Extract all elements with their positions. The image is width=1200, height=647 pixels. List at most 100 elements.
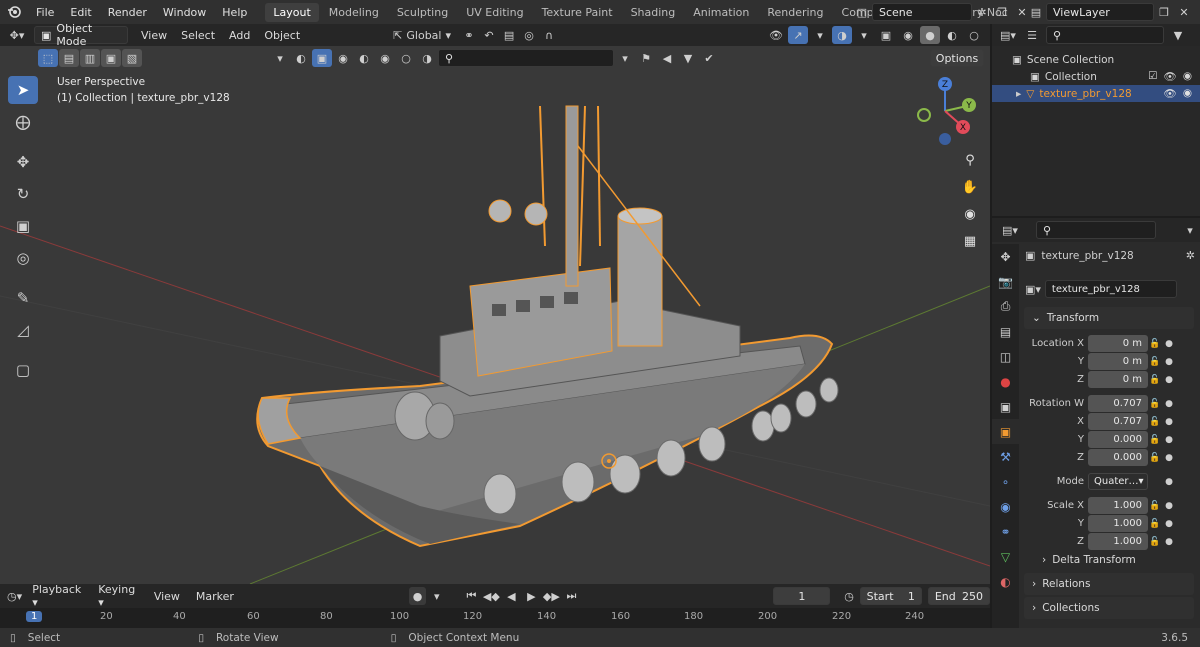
- select-intersect-icon[interactable]: ▧: [122, 49, 142, 67]
- visibility-icon[interactable]: 👁: [766, 26, 786, 44]
- location-z-field[interactable]: 0 m: [1088, 371, 1148, 388]
- options-button[interactable]: Options: [930, 49, 984, 67]
- menu-add[interactable]: Add: [222, 29, 257, 42]
- outliner-scene-collection[interactable]: ▣ Scene Collection: [992, 51, 1200, 68]
- lock-icon[interactable]: 🔓: [1148, 339, 1162, 349]
- rotation-z-field[interactable]: 0.000: [1088, 449, 1148, 466]
- prev-keyframe-icon[interactable]: ◀◆: [481, 587, 501, 605]
- eye-icon[interactable]: 👁: [1163, 87, 1176, 100]
- data-tab-icon[interactable]: ▽: [992, 544, 1019, 569]
- measure-tool-icon[interactable]: ◿: [8, 316, 38, 344]
- search-dropdown-icon[interactable]: ▾: [615, 49, 635, 67]
- properties-editor-icon[interactable]: ▤▾: [1000, 221, 1020, 239]
- pin-icon[interactable]: ✲: [1186, 249, 1195, 262]
- menu-timeline-view[interactable]: View: [147, 590, 187, 603]
- jump-start-icon[interactable]: ⏮: [461, 587, 481, 605]
- pivot-icon[interactable]: ⚭: [459, 26, 479, 44]
- delta-transform-header[interactable]: › Delta Transform: [1024, 549, 1194, 571]
- tab-texture-paint[interactable]: Texture Paint: [534, 3, 621, 22]
- lock-icon[interactable]: 🔓: [1148, 417, 1162, 427]
- lock-icon[interactable]: 🔓: [1148, 453, 1162, 463]
- tool-tab-icon[interactable]: ✥: [992, 244, 1019, 269]
- jump-end-icon[interactable]: ⏭: [561, 587, 581, 605]
- gizmo-dropdown-icon[interactable]: ▾: [810, 26, 830, 44]
- location-x-field[interactable]: 0 m: [1088, 335, 1148, 352]
- object-tab-icon[interactable]: ▣: [992, 419, 1019, 444]
- filter-dropdown-icon[interactable]: ▾: [270, 49, 290, 67]
- blender-logo-icon[interactable]: [0, 3, 28, 21]
- mesh-icon[interactable]: ◉: [333, 49, 353, 67]
- keyframe-dot-icon[interactable]: ●: [1162, 453, 1176, 463]
- camera-view-icon[interactable]: ◉: [958, 202, 982, 226]
- grid-perspective-icon[interactable]: ▦: [958, 229, 982, 253]
- outliner-search-input[interactable]: ⚲: [1046, 26, 1164, 44]
- stopwatch-icon[interactable]: ◷: [840, 587, 857, 605]
- select-tool-icon[interactable]: ➤: [8, 76, 38, 104]
- tab-modeling[interactable]: Modeling: [321, 3, 387, 22]
- properties-dropdown-icon[interactable]: ▾: [1180, 221, 1200, 239]
- tab-layout[interactable]: Layout: [265, 2, 319, 22]
- checkbox-icon[interactable]: ☑: [1148, 70, 1157, 83]
- viewlayer-icon[interactable]: ▤: [1026, 3, 1046, 21]
- mode-selector[interactable]: ▣ Object Mode: [34, 22, 128, 48]
- select-invert-icon[interactable]: ▣: [101, 49, 121, 67]
- rotation-x-field[interactable]: 0.707: [1088, 413, 1148, 430]
- menu-file[interactable]: File: [28, 6, 62, 19]
- scale-z-field[interactable]: 1.000: [1088, 533, 1148, 550]
- rotate-tool-icon[interactable]: ↻: [8, 180, 38, 208]
- boat-model[interactable]: [256, 105, 839, 548]
- menu-select[interactable]: Select: [174, 29, 222, 42]
- material-icon[interactable]: ◐: [354, 49, 374, 67]
- select-box-icon[interactable]: ⬚: [38, 49, 58, 67]
- overlay-toggle-icon[interactable]: ◑: [832, 26, 852, 44]
- timeline-editor-icon[interactable]: ◷▾: [6, 587, 23, 605]
- transform-section-header[interactable]: ⌄ Transform: [1024, 307, 1194, 329]
- current-frame-field[interactable]: 1: [773, 587, 831, 605]
- menu-help[interactable]: Help: [214, 6, 255, 19]
- new-scene-icon[interactable]: ❐: [992, 3, 1012, 21]
- cursor-tool-icon[interactable]: ⨁: [8, 108, 38, 136]
- shield-icon[interactable]: ✔: [699, 49, 719, 67]
- material-shading-icon[interactable]: ◐: [942, 26, 962, 44]
- transform-tool-icon[interactable]: ◎: [8, 244, 38, 272]
- outliner-filter-icon[interactable]: ▼: [1168, 26, 1188, 44]
- view-layer-tab-icon[interactable]: ▤: [992, 319, 1019, 344]
- zoom-icon[interactable]: ⚲: [958, 148, 982, 172]
- bookmark-icon[interactable]: ⚑: [636, 49, 656, 67]
- keyframe-dot-icon[interactable]: ●: [1162, 435, 1176, 445]
- 3d-viewport[interactable]: ⬚ ▤ ▥ ▣ ▧ ▾ ◐ ▣ ◉ ◐ ◉ ○ ◑ ⚲ ▾ ⚑ ◀ ▼ ✔ Op…: [0, 46, 990, 584]
- select-extend-icon[interactable]: ▤: [59, 49, 79, 67]
- xray-icon[interactable]: ▣: [876, 26, 896, 44]
- tab-sculpting[interactable]: Sculpting: [389, 3, 456, 22]
- lock-icon[interactable]: 🔓: [1148, 375, 1162, 385]
- timeline-ruler[interactable]: 1 20 40 60 80 100 120 140 160 180 200 22…: [0, 608, 990, 628]
- lock-icon[interactable]: 🔓: [1148, 519, 1162, 529]
- keyframe-dot-icon[interactable]: ●: [1162, 477, 1176, 487]
- move-tool-icon[interactable]: ✥: [8, 148, 38, 176]
- pin-icon[interactable]: ✲: [972, 3, 992, 21]
- menu-edit[interactable]: Edit: [62, 6, 99, 19]
- scale-x-field[interactable]: 1.000: [1088, 497, 1148, 514]
- rendered-shading-icon[interactable]: ○: [964, 26, 984, 44]
- keyframe-dot-icon[interactable]: ●: [1162, 357, 1176, 367]
- scale-y-field[interactable]: 1.000: [1088, 515, 1148, 532]
- keyframe-dot-icon[interactable]: ●: [1162, 417, 1176, 427]
- start-frame-field[interactable]: Start 1: [859, 587, 922, 605]
- menu-playback[interactable]: Playback ▾: [25, 583, 89, 609]
- menu-render[interactable]: Render: [100, 6, 155, 19]
- collections-header[interactable]: › Collections: [1024, 597, 1194, 619]
- camera-icon[interactable]: ◉: [1183, 87, 1192, 100]
- menu-window[interactable]: Window: [155, 6, 214, 19]
- constraints-tab-icon[interactable]: ⚭: [992, 519, 1019, 544]
- world-tab-icon[interactable]: ●: [992, 369, 1019, 394]
- lock-icon[interactable]: 🔓: [1148, 501, 1162, 511]
- particles-tab-icon[interactable]: ∘: [992, 469, 1019, 494]
- tab-uv-editing[interactable]: UV Editing: [458, 3, 531, 22]
- play-icon[interactable]: ▶: [521, 587, 541, 605]
- object-type-icon[interactable]: ▣: [312, 49, 332, 67]
- record-dropdown-icon[interactable]: ▾: [428, 587, 445, 605]
- scene-icon[interactable]: ◫: [852, 3, 872, 21]
- scene-tab-icon[interactable]: ◫: [992, 344, 1019, 369]
- new-viewlayer-icon[interactable]: ❐: [1154, 3, 1174, 21]
- material-tab-icon[interactable]: ◐: [992, 569, 1019, 594]
